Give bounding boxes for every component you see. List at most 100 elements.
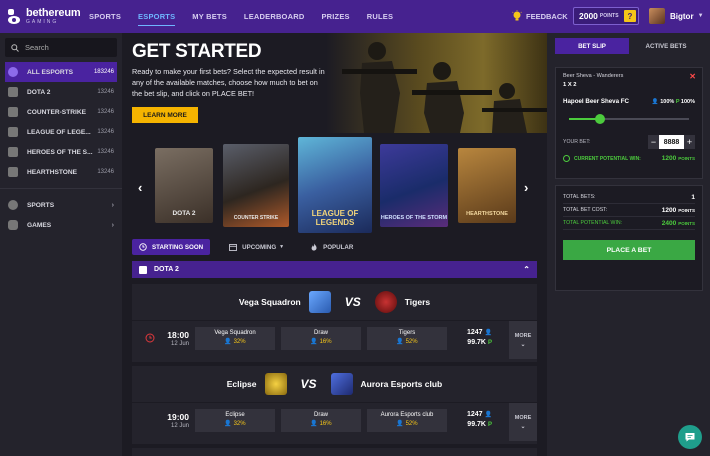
sidebar-item-label: ALL ESPORTS: [27, 68, 74, 76]
points-balance[interactable]: 2000 POINTS ?: [573, 7, 639, 25]
match-teams: Vega Squadron VS Tigers: [132, 284, 537, 320]
nav-esports[interactable]: ESPORTS: [138, 0, 176, 33]
game-header-dota2[interactable]: DOTA 2 ⌃: [132, 261, 537, 278]
tab-label: STARTING SOON: [152, 243, 204, 251]
tab-bet-slip[interactable]: BET SLIP: [555, 38, 629, 54]
tab-label: POPULAR: [323, 243, 354, 251]
logo-sub: GAMING: [26, 19, 59, 25]
all-esports-icon: [8, 67, 18, 77]
sidebar-item-games[interactable]: GAMES ›: [0, 215, 122, 235]
sidebar-item-label: SPORTS: [27, 201, 55, 209]
heroes-icon: [8, 147, 18, 157]
nav-sports[interactable]: SPORTS: [89, 0, 121, 33]
points-p-icon: P: [487, 340, 492, 346]
carousel-next-icon[interactable]: ›: [524, 180, 528, 195]
odd-draw-button[interactable]: Draw 👤 16%: [281, 409, 361, 432]
user-menu[interactable]: Bigtor ▼: [649, 8, 704, 24]
learn-more-button[interactable]: LEARN MORE: [132, 107, 198, 123]
points-p-icon: P: [675, 98, 680, 105]
cover-dota2[interactable]: DOTA 2: [155, 148, 213, 223]
hero-text: Ready to make your first bets? Select th…: [132, 67, 325, 98]
odd-home-button[interactable]: Eclipse 👤 32%: [195, 409, 275, 432]
more-label: MORE: [514, 332, 532, 339]
decrement-button[interactable]: −: [648, 135, 659, 149]
bet-slider[interactable]: [563, 114, 695, 124]
your-bet-label: YOUR BET:: [563, 139, 591, 145]
sidebar-item-label: GAMES: [27, 221, 52, 229]
cover-caption: COUNTER STRIKE: [233, 215, 279, 221]
slip-market: 1 X 2: [563, 82, 577, 88]
chevron-down-icon: ⌄: [520, 341, 526, 348]
chat-icon: [685, 433, 695, 442]
odd-home-button[interactable]: Vega Squadron 👤 32%: [195, 327, 275, 350]
sidebar-item-dota2[interactable]: DOTA 2 13246: [0, 82, 122, 102]
sidebar-item-label: HEROES OF THE S...: [27, 148, 93, 156]
carousel-prev-icon[interactable]: ‹: [138, 180, 142, 195]
sidebar-item-counter-strike[interactable]: COUNTER-STRIKE 13246: [0, 102, 122, 122]
volume: 99.7K: [467, 339, 486, 346]
cover-heroes-of-the-storm[interactable]: HEROES OF THE STORM: [380, 144, 448, 227]
feedback-button[interactable]: FEEDBACK: [512, 10, 568, 22]
sidebar-item-count: 13246: [97, 169, 114, 175]
help-button[interactable]: ?: [624, 10, 636, 22]
user-icon: 👤: [651, 98, 659, 105]
logo[interactable]: bethereum GAMING: [8, 8, 86, 25]
match-filter-tabs: STARTING SOON UPCOMING ▼ POPULAR: [132, 239, 372, 255]
summary-row: TOTAL BET COST: 1200 POINTS: [563, 204, 695, 217]
sidebar-item-label: DOTA 2: [27, 88, 51, 96]
tab-starting-soon[interactable]: STARTING SOON: [132, 239, 211, 255]
search-icon: [11, 43, 19, 52]
chevron-up-icon[interactable]: ⌃: [523, 265, 530, 274]
tab-popular[interactable]: POPULAR: [303, 239, 360, 255]
summary-label: TOTAL BET COST:: [563, 207, 608, 213]
chat-button[interactable]: [678, 425, 702, 449]
cover-hearthstone[interactable]: HEARTHSTONE: [458, 148, 516, 223]
main-nav: SPORTS ESPORTS MY BETS LEADERBOARD PRIZE…: [89, 0, 410, 33]
nav-rules[interactable]: RULES: [367, 0, 393, 33]
search-input[interactable]: Search: [5, 38, 117, 57]
tab-active-bets[interactable]: ACTIVE BETS: [629, 38, 703, 54]
nav-my-bets[interactable]: MY BETS: [192, 0, 227, 33]
more-button[interactable]: MORE ⌄: [509, 321, 537, 359]
place-bet-button[interactable]: PLACE A BET: [563, 240, 695, 260]
games-icon: [8, 220, 18, 230]
volume: 99.7K: [467, 421, 486, 428]
vs-label: VS: [344, 295, 361, 309]
hero-title: GET STARTED: [132, 41, 262, 62]
sidebar-item-count: 13246: [97, 149, 114, 155]
odd-away-button[interactable]: Aurora Esports club 👤 52%: [367, 409, 447, 432]
slider-handle[interactable]: [594, 114, 605, 124]
increment-button[interactable]: +: [684, 135, 695, 149]
slip-pick: Hapoel Beer Sheva FC: [563, 98, 630, 105]
nav-leaderboard[interactable]: LEADERBOARD: [244, 0, 305, 33]
more-button[interactable]: MORE ⌄: [509, 403, 537, 441]
bet-amount-input[interactable]: 8888: [659, 135, 684, 149]
odd-label: Eclipse: [225, 412, 245, 418]
odd-percent: 16%: [319, 339, 332, 345]
sidebar-item-league-of-legends[interactable]: LEAGUE OF LEGE... 13246: [0, 122, 122, 142]
summary-row: TOTAL POTENTIAL WIN: 2400 POINTS: [563, 217, 695, 230]
odd-away-button[interactable]: Tigers 👤 52%: [367, 327, 447, 350]
calendar-icon: [229, 244, 238, 251]
games-carousel: ‹ DOTA 2 COUNTER STRIKE LEAGUE OF LEGEND…: [122, 136, 547, 237]
tab-upcoming[interactable]: UPCOMING ▼: [222, 239, 291, 255]
team-away: Aurora Esports club: [360, 379, 443, 389]
sidebar-item-hearthstone[interactable]: HEARTHSTONE 13246: [0, 162, 122, 182]
cover-counter-strike[interactable]: COUNTER STRIKE: [223, 144, 289, 227]
bettors-count: 1247: [466, 329, 483, 336]
team-away: Tigers: [404, 297, 431, 307]
close-icon[interactable]: ✕: [689, 72, 696, 81]
counter-strike-icon: [8, 107, 18, 117]
sidebar: Search ALL ESPORTS 183246 DOTA 2 13246 C…: [0, 33, 122, 456]
logo-icon: [8, 8, 22, 25]
sidebar-item-sports[interactable]: SPORTS ›: [0, 195, 122, 215]
chevron-right-icon: ›: [111, 201, 114, 209]
odd-draw-button[interactable]: Draw 👤 16%: [281, 327, 361, 350]
slip-event: Beer Sheva - Wanderers: [563, 73, 624, 79]
sidebar-item-heroes[interactable]: HEROES OF THE S... 13246: [0, 142, 122, 162]
cover-caption: HEARTHSTONE: [466, 211, 508, 217]
sidebar-item-all-esports[interactable]: ALL ESPORTS 183246: [5, 62, 117, 82]
nav-prizes[interactable]: PRIZES: [321, 0, 349, 33]
pick-points-percent: 100%: [680, 98, 695, 105]
cover-league-of-legends[interactable]: LEAGUE OF LEGENDS: [298, 137, 372, 233]
